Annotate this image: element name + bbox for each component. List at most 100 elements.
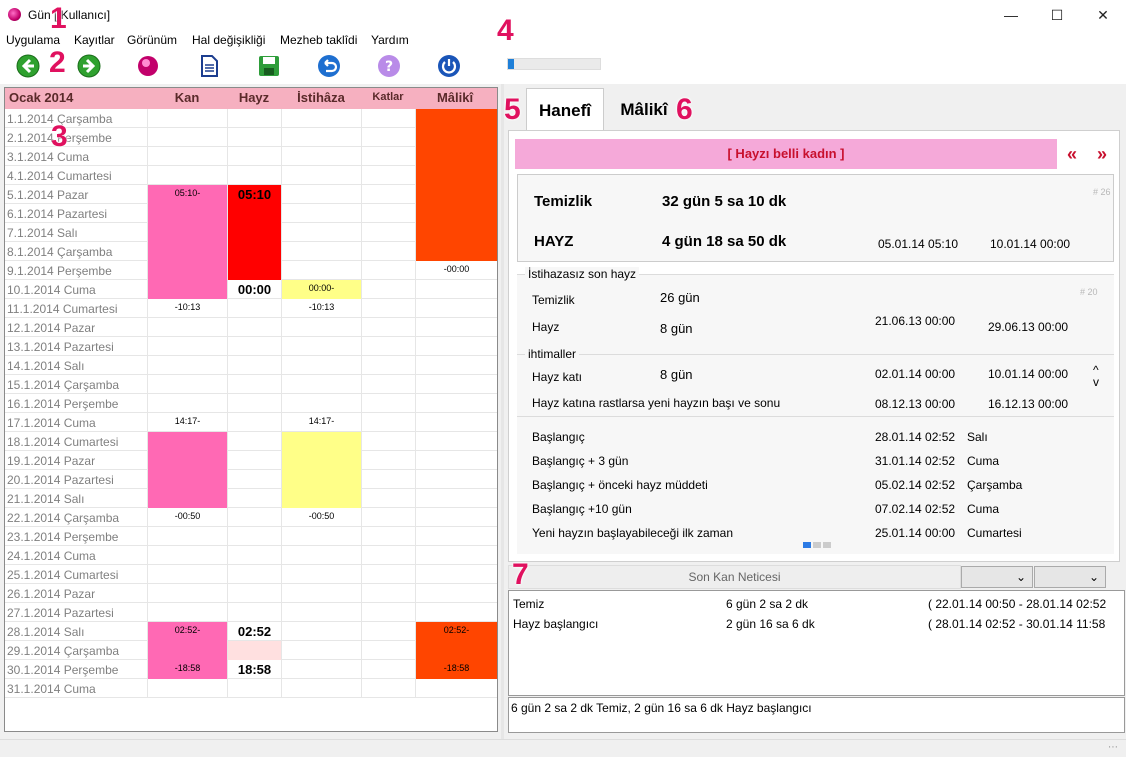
- cell-kan[interactable]: 05:10-: [147, 185, 227, 204]
- cell-kan[interactable]: -18:58: [147, 660, 227, 679]
- cell-katlar[interactable]: [361, 185, 415, 204]
- cell-kan[interactable]: -10:13: [147, 299, 227, 318]
- cell-hayz[interactable]: [227, 261, 281, 280]
- cell-hayz[interactable]: [227, 242, 281, 261]
- cell-hayz[interactable]: [227, 109, 281, 128]
- cell-istihaze[interactable]: [281, 242, 361, 261]
- cell-hayz[interactable]: [227, 679, 281, 698]
- calendar-row[interactable]: 16.1.2014 Perşembe: [5, 394, 497, 413]
- cell-kan[interactable]: [147, 337, 227, 356]
- cell-hayz[interactable]: [227, 337, 281, 356]
- cell-kan[interactable]: [147, 679, 227, 698]
- cell-katlar[interactable]: [361, 147, 415, 166]
- cell-istihaze[interactable]: [281, 394, 361, 413]
- cell-maliki[interactable]: [415, 546, 497, 565]
- cell-istihaze[interactable]: [281, 223, 361, 242]
- calendar-row[interactable]: 9.1.2014 Perşembe -00:00: [5, 261, 497, 280]
- cell-hayz[interactable]: [227, 470, 281, 489]
- cell-istihaze[interactable]: 14:17-: [281, 413, 361, 432]
- logo-icon[interactable]: [135, 53, 161, 79]
- cell-maliki[interactable]: [415, 508, 497, 527]
- calendar-row[interactable]: 18.1.2014 Cumartesi: [5, 432, 497, 451]
- calendar-row[interactable]: 12.1.2014 Pazar: [5, 318, 497, 337]
- cell-istihaze[interactable]: [281, 375, 361, 394]
- cell-maliki[interactable]: [415, 109, 497, 128]
- cell-hayz[interactable]: [227, 413, 281, 432]
- cell-kan[interactable]: [147, 470, 227, 489]
- cell-istihaze[interactable]: [281, 261, 361, 280]
- cell-katlar[interactable]: [361, 641, 415, 660]
- cell-istihaze[interactable]: [281, 527, 361, 546]
- cell-maliki[interactable]: [415, 679, 497, 698]
- calendar-row[interactable]: 15.1.2014 Çarşamba: [5, 375, 497, 394]
- cell-kan[interactable]: [147, 394, 227, 413]
- cell-maliki[interactable]: [415, 337, 497, 356]
- cell-katlar[interactable]: [361, 318, 415, 337]
- cell-maliki[interactable]: [415, 280, 497, 299]
- cell-katlar[interactable]: [361, 432, 415, 451]
- cell-katlar[interactable]: [361, 242, 415, 261]
- cell-maliki[interactable]: [415, 565, 497, 584]
- cell-hayz[interactable]: [227, 546, 281, 565]
- cell-hayz[interactable]: [227, 204, 281, 223]
- cell-katlar[interactable]: [361, 280, 415, 299]
- cell-katlar[interactable]: [361, 166, 415, 185]
- calendar-row[interactable]: 30.1.2014 Perşembe -18:58 18:58 -18:58: [5, 660, 497, 679]
- cell-hayz[interactable]: [227, 527, 281, 546]
- cell-kan[interactable]: [147, 432, 227, 451]
- cell-katlar[interactable]: [361, 394, 415, 413]
- cell-hayz[interactable]: [227, 356, 281, 375]
- cell-hayz[interactable]: [227, 128, 281, 147]
- cell-hayz[interactable]: [227, 318, 281, 337]
- cell-maliki[interactable]: [415, 185, 497, 204]
- calendar-row[interactable]: 14.1.2014 Salı: [5, 356, 497, 375]
- cell-katlar[interactable]: [361, 584, 415, 603]
- cell-katlar[interactable]: [361, 451, 415, 470]
- cell-maliki[interactable]: [415, 147, 497, 166]
- calendar-row[interactable]: 13.1.2014 Pazartesi: [5, 337, 497, 356]
- cell-kan[interactable]: [147, 223, 227, 242]
- cell-hayz[interactable]: [227, 565, 281, 584]
- cell-hayz[interactable]: [227, 641, 281, 660]
- cell-katlar[interactable]: [361, 660, 415, 679]
- cell-maliki[interactable]: [415, 318, 497, 337]
- menu-uygulama[interactable]: Uygulama: [6, 33, 60, 47]
- cell-katlar[interactable]: [361, 546, 415, 565]
- cell-istihaze[interactable]: -00:50: [281, 508, 361, 527]
- cell-hayz[interactable]: [227, 147, 281, 166]
- calendar-row[interactable]: 11.1.2014 Cumartesi -10:13 -10:13: [5, 299, 497, 318]
- cell-istihaze[interactable]: [281, 185, 361, 204]
- cell-istihaze[interactable]: [281, 432, 361, 451]
- cell-maliki[interactable]: [415, 223, 497, 242]
- cell-maliki[interactable]: [415, 432, 497, 451]
- calendar-row[interactable]: 5.1.2014 Pazar 05:10- 05:10: [5, 185, 497, 204]
- cell-maliki[interactable]: [415, 356, 497, 375]
- page-dot-active[interactable]: [803, 542, 811, 548]
- cell-hayz[interactable]: [227, 432, 281, 451]
- cell-kan[interactable]: [147, 261, 227, 280]
- undo-icon[interactable]: [316, 53, 342, 79]
- calendar-row[interactable]: 4.1.2014 Cumartesi: [5, 166, 497, 185]
- cell-kan[interactable]: [147, 565, 227, 584]
- menu-kayitlar[interactable]: Kayıtlar: [74, 33, 115, 47]
- calendar-row[interactable]: 8.1.2014 Çarşamba: [5, 242, 497, 261]
- back-icon[interactable]: [15, 53, 41, 79]
- tab-hanefi[interactable]: Hanefî: [526, 88, 604, 130]
- calendar-row[interactable]: 26.1.2014 Pazar: [5, 584, 497, 603]
- cell-hayz[interactable]: [227, 489, 281, 508]
- cell-kan[interactable]: [147, 128, 227, 147]
- cell-hayz[interactable]: [227, 508, 281, 527]
- calendar-row[interactable]: 24.1.2014 Cuma: [5, 546, 497, 565]
- cell-maliki[interactable]: [415, 527, 497, 546]
- cell-hayz[interactable]: 00:00: [227, 280, 281, 299]
- cell-kan[interactable]: [147, 375, 227, 394]
- close-button[interactable]: ✕: [1080, 0, 1126, 30]
- cell-istihaze[interactable]: [281, 337, 361, 356]
- cell-istihaze[interactable]: [281, 546, 361, 565]
- previous-button[interactable]: «: [1057, 139, 1087, 169]
- cell-maliki[interactable]: [415, 299, 497, 318]
- cell-hayz[interactable]: 05:10: [227, 185, 281, 204]
- cell-katlar[interactable]: [361, 356, 415, 375]
- cell-kan[interactable]: [147, 584, 227, 603]
- cell-katlar[interactable]: [361, 413, 415, 432]
